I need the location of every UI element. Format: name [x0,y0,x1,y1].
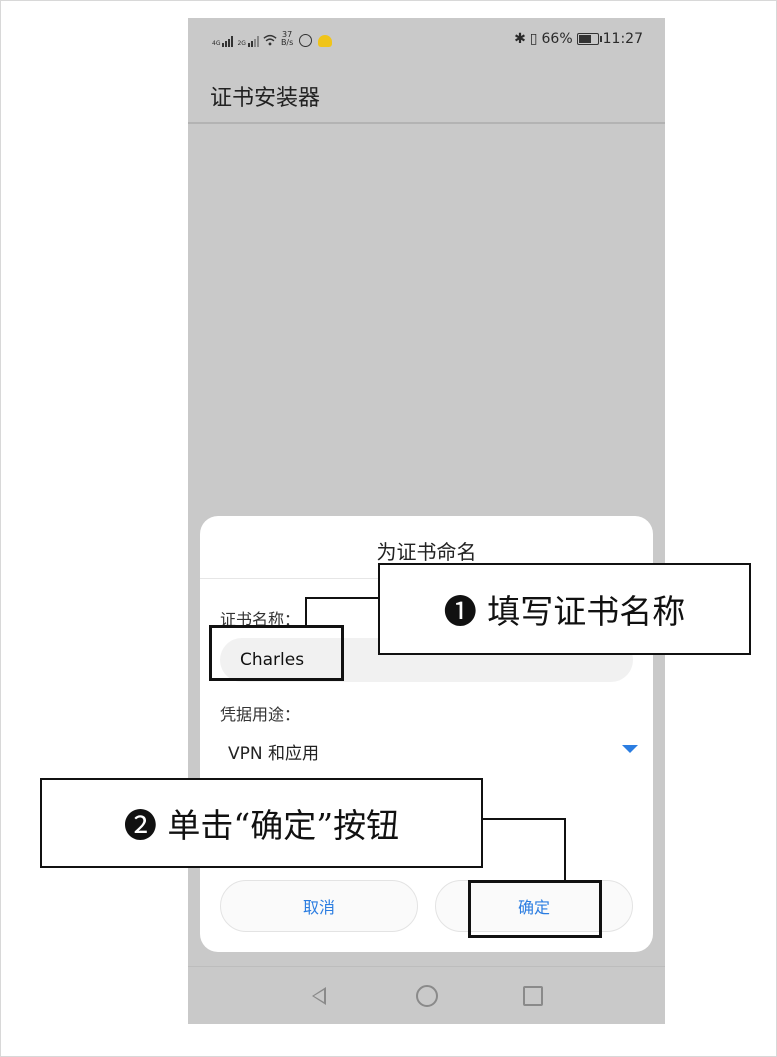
leader-line-2b [564,818,566,880]
wifi-icon [263,34,277,46]
speed-unit: B/s [280,38,294,47]
notification-app-icon [318,35,333,47]
clock: 11:27 [602,31,643,47]
bluetooth-icon: ✱ [514,31,526,47]
network-type-1: 4G [212,40,221,47]
step-1-callout: ❶ 填写证书名称 [378,563,751,655]
dialog-title: 为证书命名 [376,540,477,564]
credential-usage-select[interactable]: VPN 和应用 [228,736,638,766]
status-left: 4G 2G 37 B/s [212,31,333,47]
status-bar: 4G 2G 37 B/s ✱ ▯ 66% 11:27 [188,18,665,62]
chevron-down-icon [622,745,638,753]
network-speed: 37 B/s [281,31,293,47]
leader-line-1b [305,597,307,625]
highlight-name-input [209,625,344,681]
signal-icon: 4G [212,36,234,47]
home-icon[interactable] [416,985,438,1007]
recent-apps-icon[interactable] [523,986,543,1006]
back-icon[interactable] [312,987,326,1005]
vibrate-icon: ▯ [529,31,538,47]
app-bar-divider [188,122,665,124]
phone-screen: 4G 2G 37 B/s ✱ ▯ 66% 11:27 证书安装器 为证书命名 证… [188,18,665,1024]
cancel-button[interactable]: 取消 [220,880,418,932]
credential-usage-label: 凭据用途： [220,705,301,724]
signal-icon-2: 2G [237,36,259,47]
credential-usage-value: VPN 和应用 [228,743,320,764]
step-2-callout: ❷ 单击“确定”按钮 [40,778,483,868]
battery-percent: 66% [541,31,573,47]
battery-icon [576,33,602,45]
leader-line-1a [305,597,380,599]
navigation-bar [188,966,665,1024]
leader-line-2a [483,818,565,820]
alarm-icon [299,34,313,47]
network-type-2: 2G [237,40,246,47]
highlight-ok-button [468,880,602,938]
app-title: 证书安装器 [210,86,321,111]
status-right: ✱ ▯ 66% 11:27 [514,31,643,47]
